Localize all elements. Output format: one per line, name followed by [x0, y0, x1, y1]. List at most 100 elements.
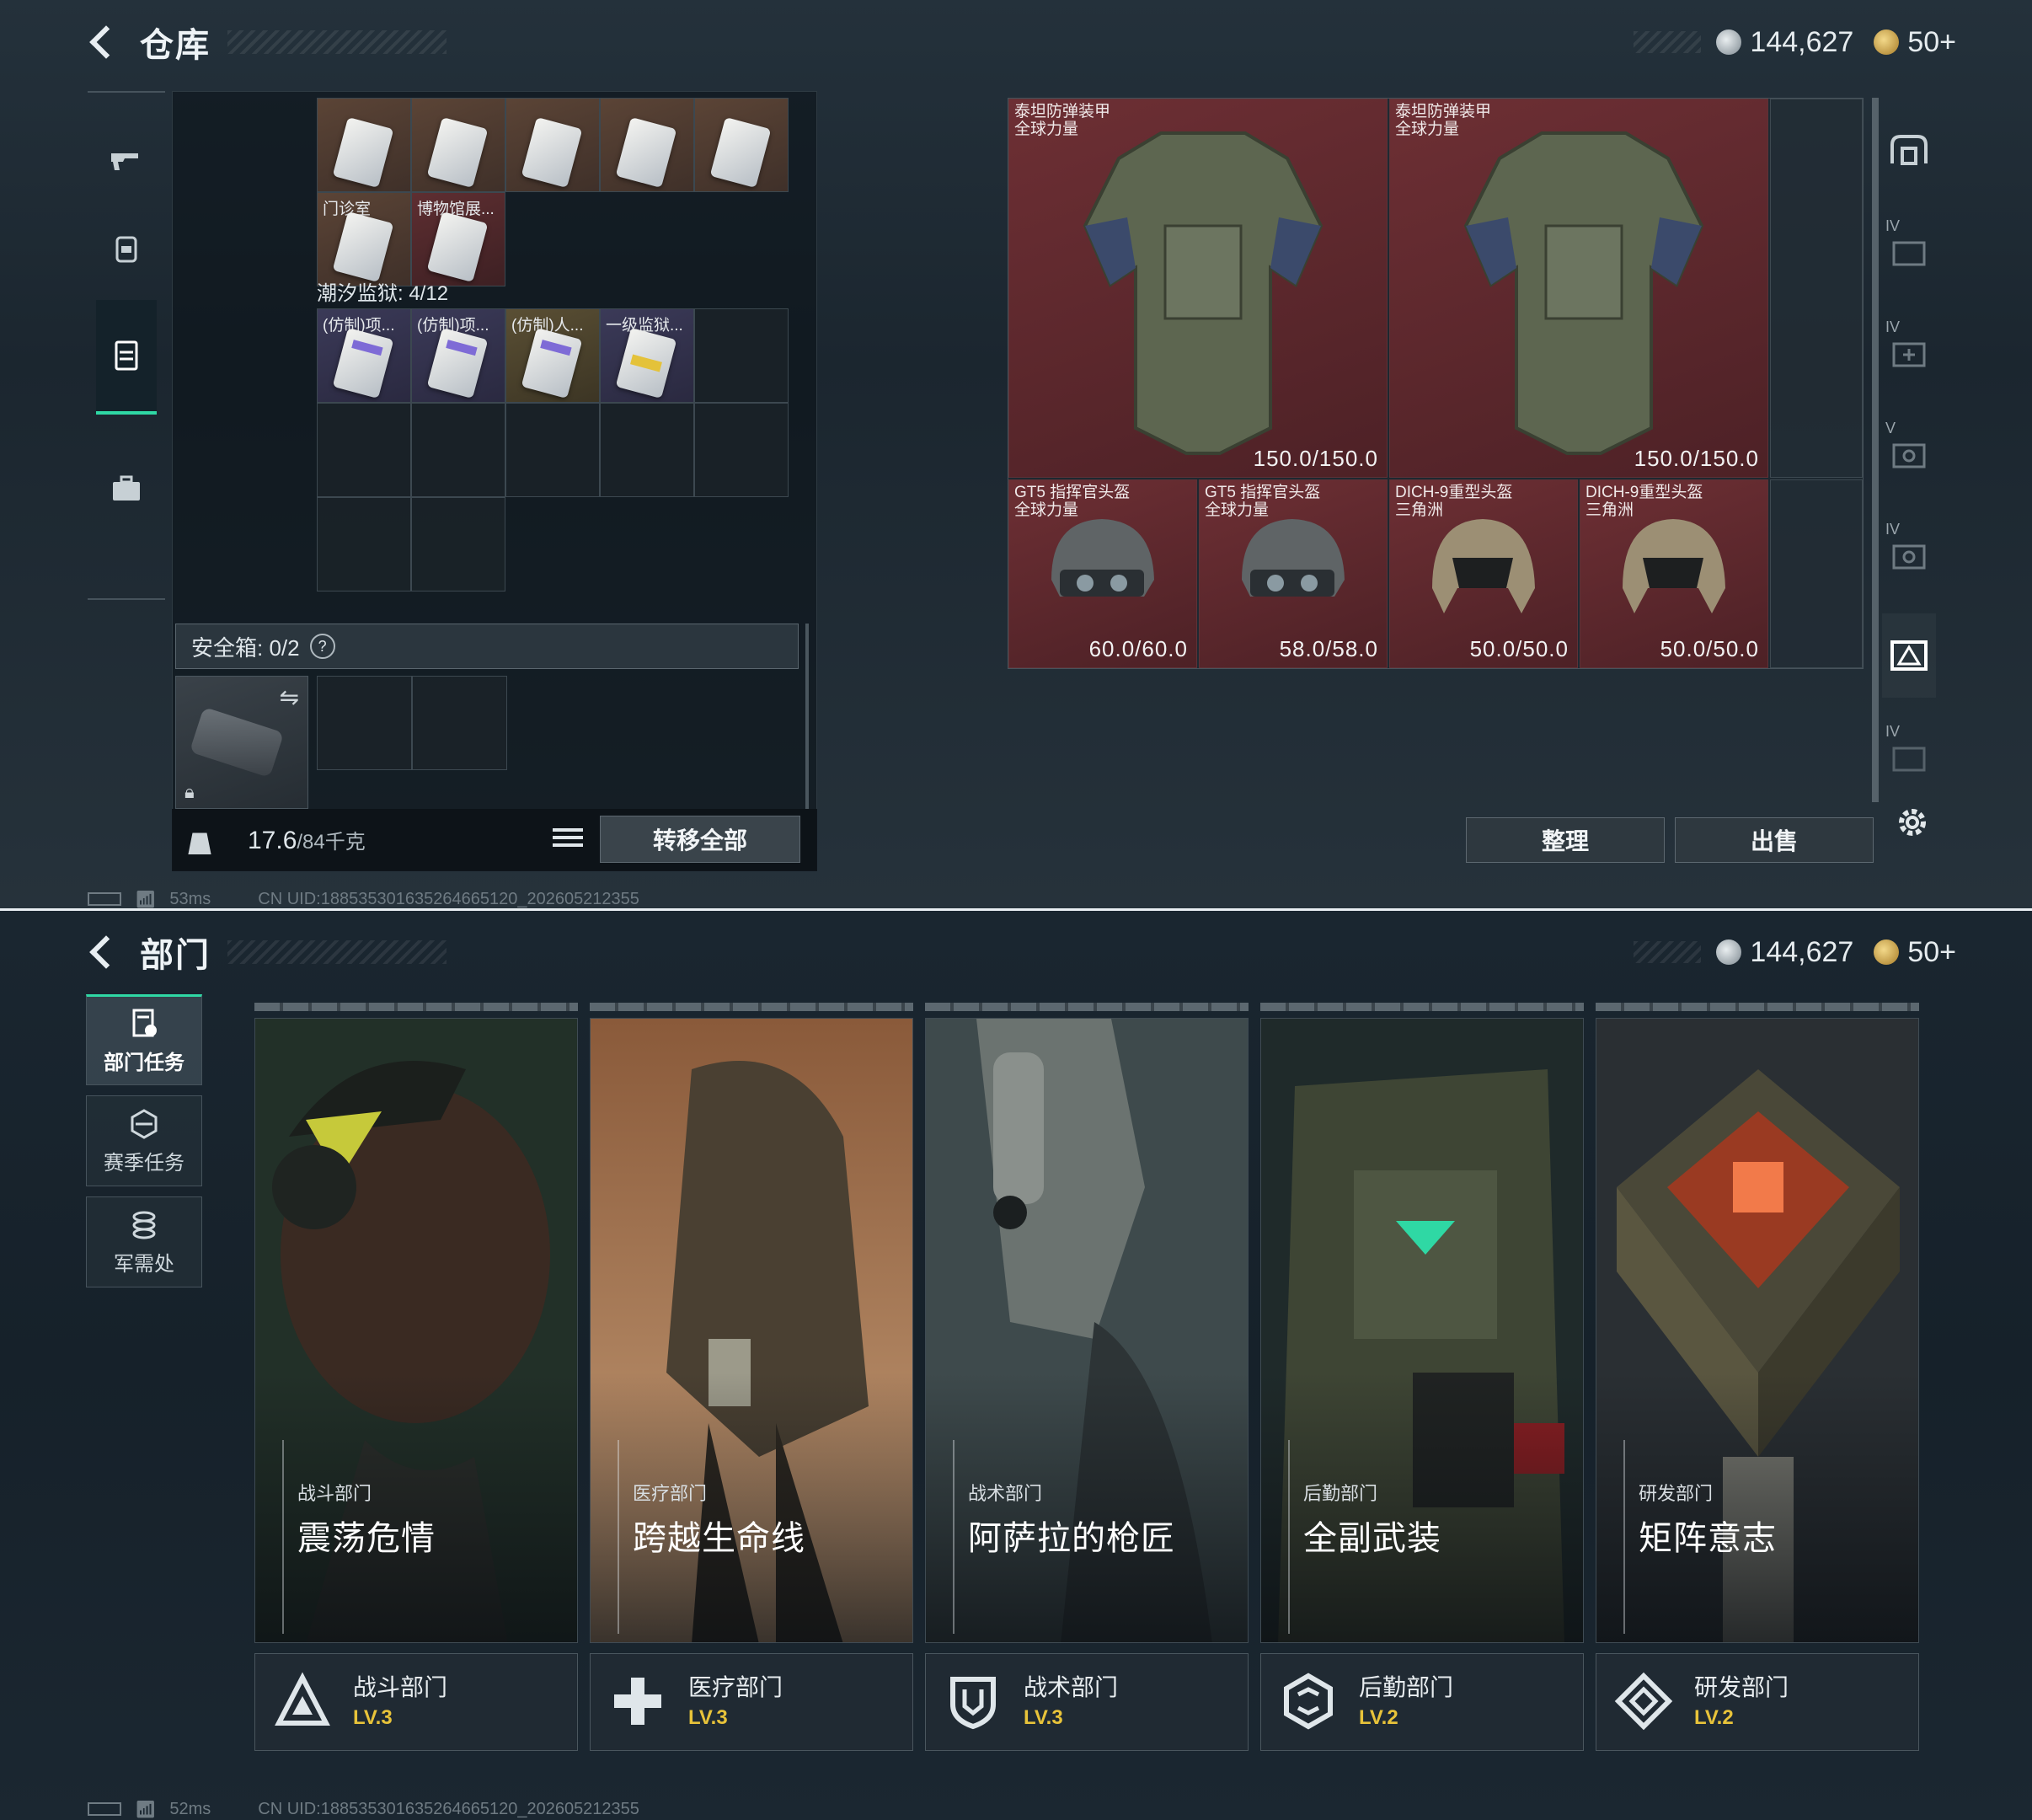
swap-icon[interactable]: ⇋ [280, 683, 299, 711]
safe-box-bar: 安全箱: 0/2 ? [175, 624, 799, 669]
silver-coin-icon [1716, 29, 1742, 55]
department-footer-combat[interactable]: 战斗部门 LV.3 [254, 1653, 578, 1751]
uid-readout: CN UID:1885353016352646651​20_2026052123… [258, 889, 639, 908]
currency-display: 144,627 50+ [1634, 20, 1956, 64]
department-card-medical[interactable]: 医疗部门 跨越生命线 [590, 1003, 913, 1655]
keycard-icon [615, 116, 677, 189]
rail-cases[interactable] [96, 447, 157, 531]
silver-coin-icon [1716, 939, 1742, 965]
tab-department-tasks[interactable]: 部门任务 [86, 994, 202, 1085]
inventory-item[interactable] [317, 98, 411, 192]
body-armor-icon [1083, 131, 1323, 455]
inventory-item[interactable]: 博物馆展... [411, 192, 505, 286]
department-card-research[interactable]: 研发部门 矩阵意志 [1596, 1003, 1919, 1655]
safe-box-item[interactable]: ⇋ 🔒︎ [175, 676, 308, 809]
card-category: 战术部门 [968, 1483, 1043, 1504]
card-artwork: 战术部门 阿萨拉的枪匠 [925, 1018, 1249, 1643]
storage-helmet-item[interactable]: DICH-9重型头盔 三角洲 50.0/50.0 [1389, 479, 1578, 668]
department-footer-tactical[interactable]: 战术部门 LV.3 [925, 1653, 1249, 1751]
inventory-item[interactable]: 一级监狱... [600, 308, 694, 403]
card-artwork: 战斗部门 震荡危情 [254, 1018, 578, 1643]
storage-helmet-item[interactable]: GT5 指挥官头盔 全球力量 60.0/60.0 [1008, 479, 1197, 668]
inventory-item[interactable] [600, 98, 694, 192]
storage-tab-6[interactable] [1882, 613, 1936, 698]
inventory-item[interactable]: (仿制)人... [505, 308, 600, 403]
transfer-all-button[interactable]: 转移全部 [600, 816, 800, 863]
gold-coin-icon [1874, 939, 1900, 965]
empty-slot[interactable] [505, 403, 600, 497]
department-card-combat[interactable]: 战斗部门 震荡危情 [254, 1003, 578, 1655]
storage-panel: 泰坦防弹装甲 全球力量 150.0/150.0 泰坦防弹装甲 全球力量 150.0/… [1008, 98, 1864, 669]
inventory-item[interactable]: (仿制)项... [411, 308, 505, 403]
organize-button[interactable]: 整理 [1466, 817, 1665, 863]
empty-slot[interactable] [411, 497, 505, 592]
storage-scrollbar[interactable] [1872, 98, 1879, 802]
inventory-item[interactable] [505, 98, 600, 192]
department-footer-logistics[interactable]: 后勤部门 LV.2 [1260, 1653, 1584, 1751]
back-button[interactable] [84, 932, 125, 972]
inventory-item[interactable]: 门诊室 [317, 192, 411, 286]
back-button[interactable] [84, 22, 125, 62]
card-artwork: 医疗部门 跨越生命线 [590, 1018, 913, 1643]
empty-slot[interactable] [317, 676, 412, 770]
empty-slot[interactable] [411, 403, 505, 497]
rail-storage[interactable] [96, 300, 157, 415]
department-footer-medical[interactable]: 医疗部门 LV.3 [590, 1653, 913, 1751]
storage-vest-item[interactable]: 泰坦防弹装甲 全球力量 150.0/150.0 [1008, 99, 1388, 478]
storage-tab-2[interactable]: IV [1882, 211, 1936, 295]
coins-stack-icon [132, 1211, 156, 1239]
empty-slot[interactable] [317, 497, 411, 592]
container-grid-b: (仿制)项... (仿制)项... (仿制)人... 一级监狱... [317, 308, 789, 592]
department-card-tactical[interactable]: 战术部门 阿萨拉的枪匠 [925, 1003, 1249, 1655]
gear-icon[interactable] [1892, 802, 1933, 843]
empty-slot[interactable] [694, 403, 789, 497]
department-rail: 部门任务 赛季任务 军需处 [86, 994, 202, 1298]
empty-slot[interactable] [412, 676, 507, 770]
warehouse-header: 仓库 [84, 19, 447, 66]
department-card-logistics[interactable]: 后勤部门 全副武装 [1260, 1003, 1584, 1655]
inventory-item[interactable] [694, 98, 789, 192]
folder-icon [1892, 241, 1926, 266]
storage-tab-4[interactable]: V [1882, 413, 1936, 497]
department-footer-research[interactable]: 研发部门 LV.2 [1596, 1653, 1919, 1751]
helmet-icon [1432, 519, 1535, 613]
empty-slot[interactable] [1770, 479, 1863, 668]
storage-tab-5[interactable]: IV [1882, 514, 1936, 598]
backpack-icon [115, 236, 137, 263]
storage-helmet-item[interactable]: GT5 指挥官头盔 全球力量 58.0/58.0 [1199, 479, 1388, 668]
safe-box-slots [317, 676, 507, 770]
tab-quartermaster[interactable]: 军需处 [86, 1196, 202, 1287]
tab-season-tasks[interactable]: 赛季任务 [86, 1095, 202, 1186]
empty-slot[interactable] [694, 308, 789, 403]
department-name: 研发部门 [1694, 1674, 1789, 1700]
storage-helmet-item[interactable]: DICH-9重型头盔 三角洲 50.0/50.0 [1580, 479, 1768, 668]
keycard-icon [332, 327, 394, 399]
storage-tab-3[interactable]: IV [1882, 312, 1936, 396]
keycard-icon [426, 211, 489, 283]
help-icon[interactable]: ? [309, 634, 335, 659]
empty-slot[interactable] [600, 403, 694, 497]
rail-weapons[interactable] [96, 118, 157, 202]
inventory-item[interactable]: (仿制)项... [317, 308, 411, 403]
keycard-icon [332, 116, 394, 189]
card-mission-name: 阿萨拉的枪匠 [968, 1520, 1175, 1557]
card-artwork: 后勤部门 全副武装 [1260, 1018, 1584, 1643]
card-header-strip [590, 1003, 913, 1011]
storage-tab-7[interactable]: IV [1882, 716, 1936, 800]
empty-slot[interactable] [317, 403, 411, 497]
backpack-scrollbar[interactable] [805, 624, 809, 809]
storage-vest-item[interactable]: 泰坦防弹装甲 全球力量 150.0/150.0 [1389, 99, 1768, 478]
storage-tab-1[interactable] [1882, 110, 1936, 194]
sell-button[interactable]: 出售 [1675, 817, 1874, 863]
inventory-item[interactable] [411, 98, 505, 192]
task-doc-icon [132, 1009, 157, 1036]
card-header-strip [1596, 1003, 1919, 1011]
gun-icon [111, 153, 138, 170]
status-bar: 📶︎ 53ms CN UID:1885353016352646651​20_20… [88, 888, 639, 910]
keycard-icon [332, 211, 394, 283]
rail-gear[interactable] [96, 206, 157, 290]
list-view-button[interactable] [553, 824, 583, 854]
currency-display: 144,627 50+ [1634, 930, 1956, 974]
empty-slot[interactable] [1770, 99, 1863, 478]
card-header-strip [254, 1003, 578, 1011]
